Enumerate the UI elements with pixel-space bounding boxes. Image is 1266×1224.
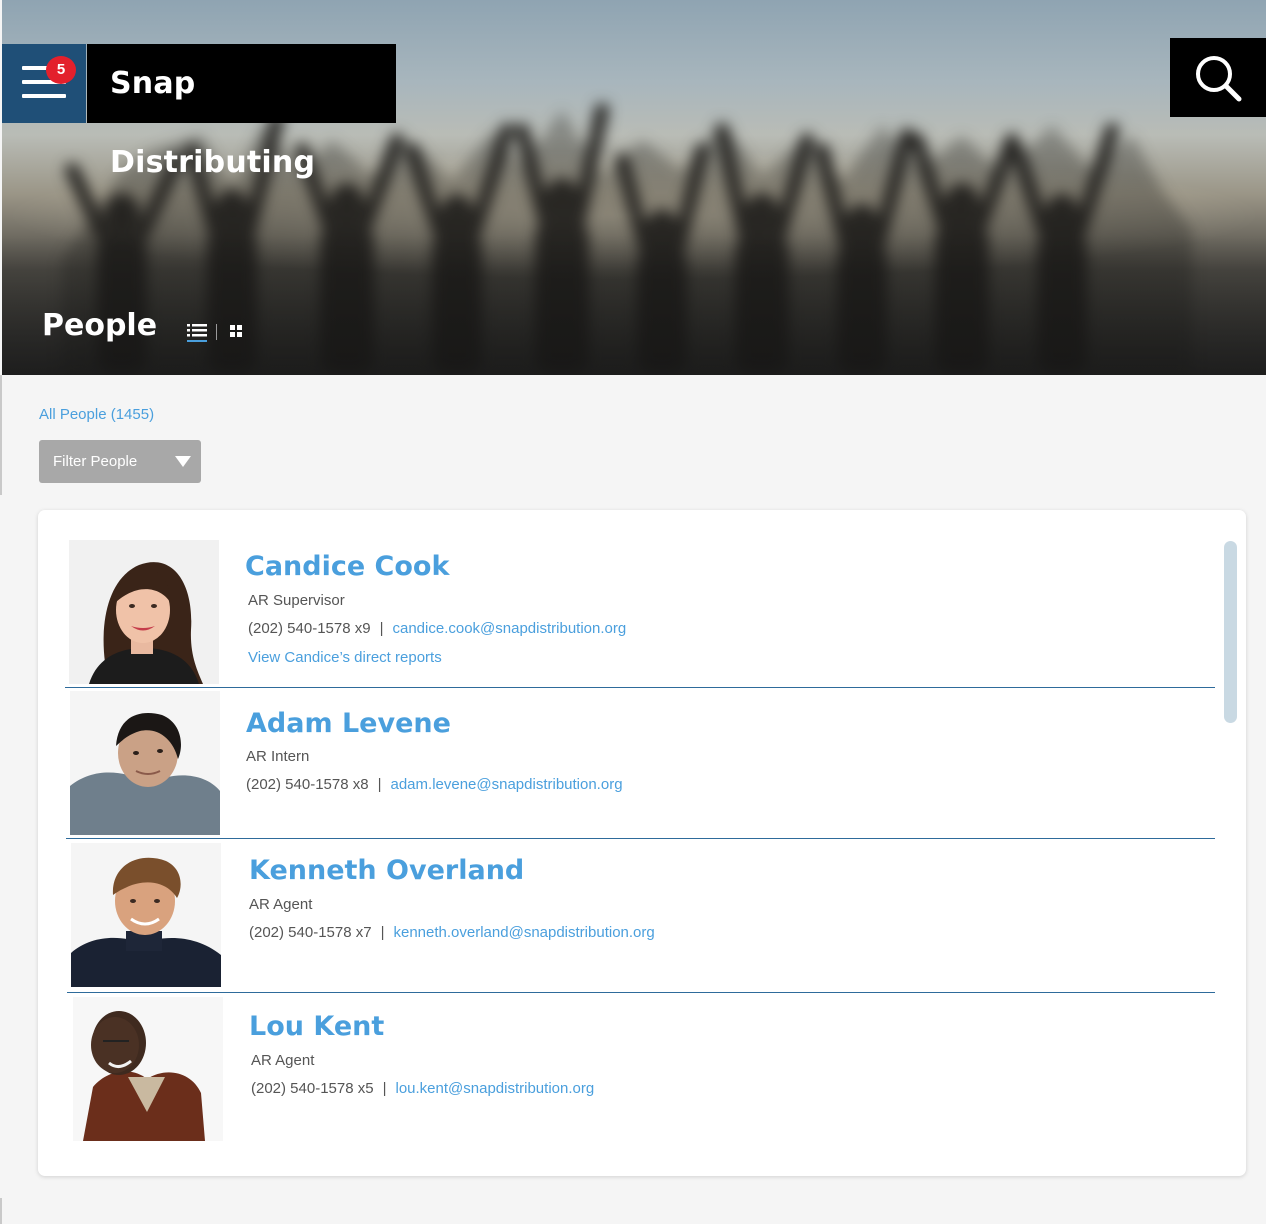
- contact-separator: |: [380, 924, 385, 941]
- list-scrollbar[interactable]: [1224, 541, 1237, 723]
- filter-people-dropdown[interactable]: Filter People: [39, 440, 201, 483]
- person-title: AR Intern: [246, 748, 310, 765]
- person-name[interactable]: Adam Levene: [246, 708, 451, 739]
- menu-button[interactable]: [2, 44, 86, 123]
- notification-badge: 5: [46, 56, 76, 84]
- people-list: Candice Cook AR Supervisor (202) 540-157…: [65, 540, 1215, 1146]
- person-email-link[interactable]: lou.kent@snapdistribution.org: [396, 1080, 595, 1097]
- person-phone: (202) 540-1578 x7: [249, 924, 372, 941]
- people-card: Candice Cook AR Supervisor (202) 540-157…: [38, 510, 1246, 1176]
- search-button[interactable]: [1170, 38, 1266, 117]
- person-contact: (202) 540-1578 x7 | kenneth.overland@snapd…: [249, 924, 655, 941]
- avatar[interactable]: [73, 997, 223, 1141]
- page-title: People: [42, 308, 158, 343]
- all-people-link[interactable]: All People (1455): [39, 406, 154, 423]
- person-phone: (202) 540-1578 x5: [251, 1080, 374, 1097]
- person-email-link[interactable]: kenneth.overland@snapdistribution.org: [394, 924, 655, 941]
- person-phone: (202) 540-1578 x9: [248, 620, 371, 637]
- person-name[interactable]: Lou Kent: [249, 1011, 384, 1042]
- list-item: Kenneth Overland AR Agent (202) 540-1578…: [67, 840, 1215, 993]
- contact-separator: |: [382, 1080, 387, 1097]
- site-title[interactable]: Snap Distributing: [87, 44, 396, 180]
- person-title: AR Agent: [251, 1052, 315, 1069]
- person-phone: (202) 540-1578 x8: [246, 776, 369, 793]
- person-email-link[interactable]: candice.cook@snapdistribution.org: [393, 620, 627, 637]
- list-view-icon[interactable]: [185, 322, 209, 344]
- list-item: Candice Cook AR Supervisor (202) 540-157…: [65, 540, 1215, 688]
- grid-view-icon[interactable]: [229, 324, 243, 338]
- page-edge-marker: [0, 375, 2, 495]
- view-toggle-divider: [216, 324, 217, 340]
- person-email-link[interactable]: adam.levene@snapdistribution.org: [391, 776, 623, 793]
- avatar[interactable]: [71, 843, 221, 987]
- person-name[interactable]: Candice Cook: [245, 551, 449, 582]
- contact-separator: |: [377, 776, 382, 793]
- filter-people-label: Filter People: [53, 453, 138, 470]
- contact-separator: |: [379, 620, 384, 637]
- hero-shade: [2, 235, 1266, 375]
- page-edge-marker: [0, 1198, 2, 1224]
- avatar[interactable]: [70, 691, 220, 835]
- person-title: AR Agent: [249, 896, 313, 913]
- avatar[interactable]: [69, 540, 219, 684]
- person-contact: (202) 540-1578 x9 | candice.cook@snapdistr…: [248, 620, 626, 637]
- person-contact: (202) 540-1578 x8 | adam.levene@snapdistri…: [246, 776, 623, 793]
- person-contact: (202) 540-1578 x5 | lou.kent@snapdistribut…: [251, 1080, 594, 1097]
- caret-down-icon: [175, 456, 191, 467]
- direct-reports-link[interactable]: View Candice’s direct reports: [248, 649, 442, 666]
- list-item: Lou Kent AR Agent (202) 540-1578 x5 | lou.…: [69, 994, 1215, 1146]
- person-name[interactable]: Kenneth Overland: [249, 855, 524, 886]
- search-icon: [1196, 56, 1242, 102]
- list-item: Adam Levene AR Intern (202) 540-1578 x8 |…: [66, 688, 1215, 839]
- person-title: AR Supervisor: [248, 592, 345, 609]
